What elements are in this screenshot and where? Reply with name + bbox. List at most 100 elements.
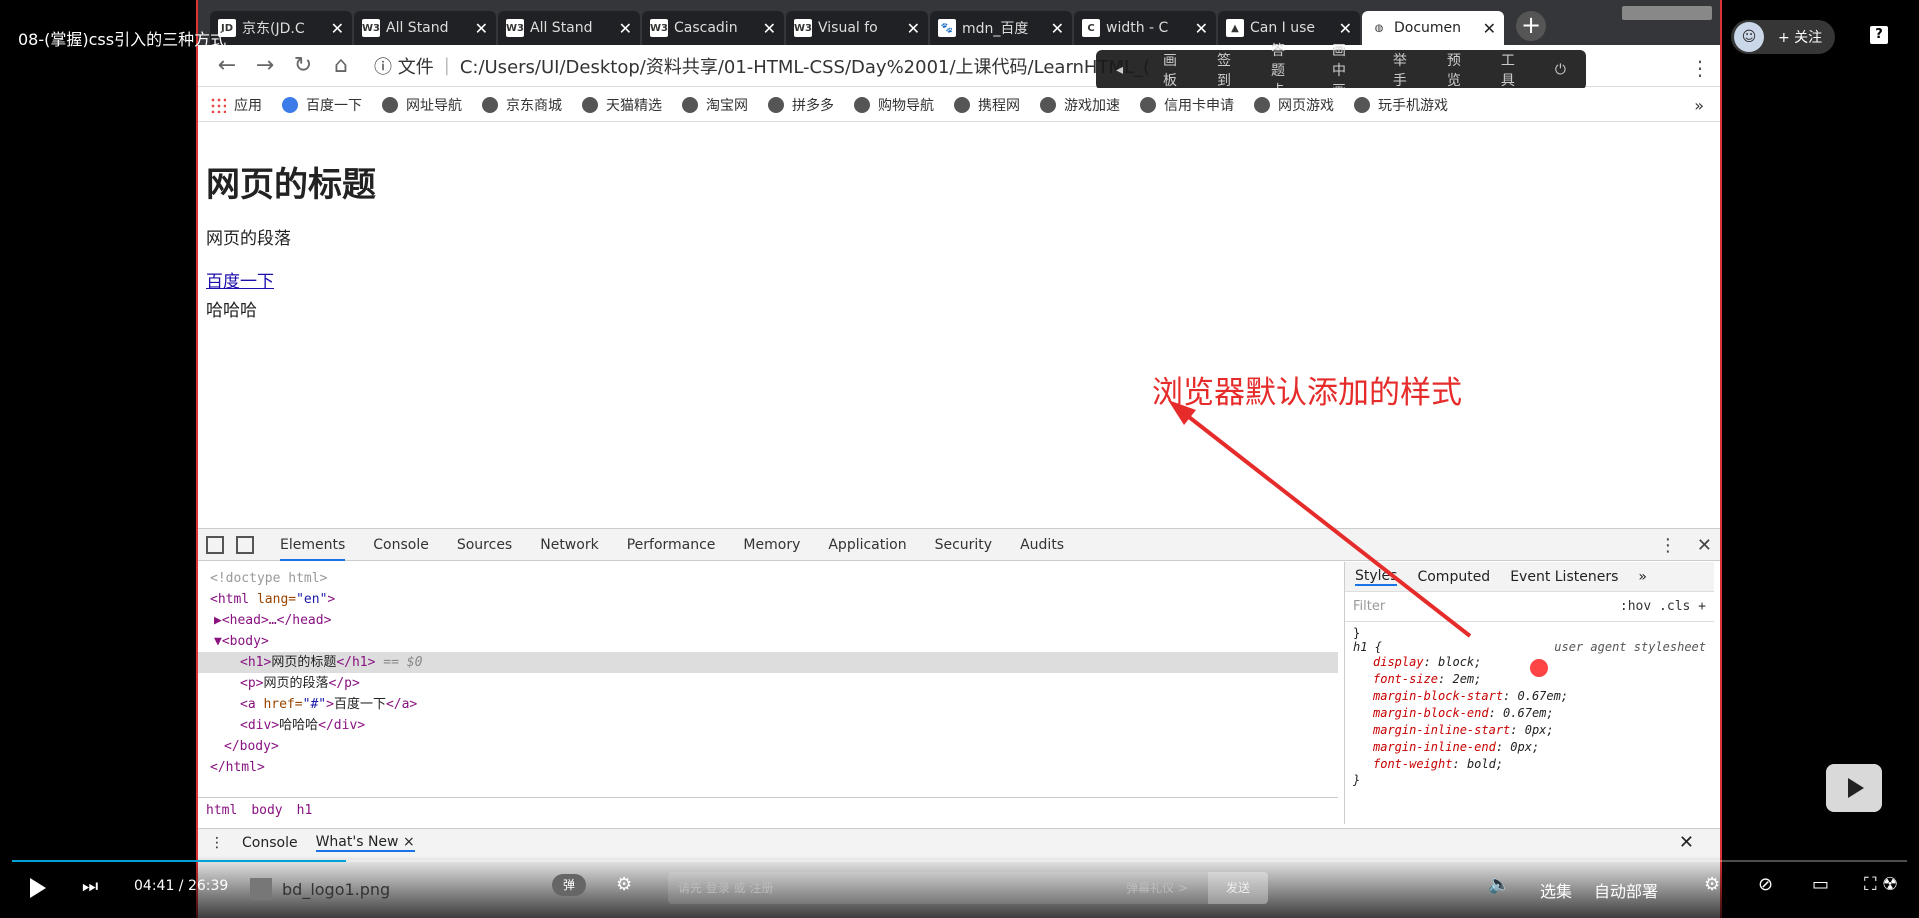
devtools-tab[interactable]: Performance xyxy=(627,529,716,561)
play-icon[interactable] xyxy=(30,878,46,898)
tab[interactable]: JD 京东(JD.C ✕ xyxy=(210,11,352,45)
close-icon[interactable]: ✕ xyxy=(1339,19,1352,38)
progress-bar[interactable] xyxy=(12,860,1907,862)
window-controls[interactable] xyxy=(1622,6,1712,20)
tab[interactable]: W3 Cascadin ✕ xyxy=(642,11,784,45)
reload-icon[interactable]: ↻ xyxy=(288,53,318,78)
close-icon[interactable]: ✕ xyxy=(907,19,920,38)
close-icon[interactable]: ✕ xyxy=(619,19,632,38)
devtools-tab[interactable]: Sources xyxy=(457,529,512,561)
close-icon[interactable]: ✕ xyxy=(331,19,344,38)
bookmark-item[interactable]: 淘宝网 xyxy=(682,95,748,115)
collapse-icon[interactable]: ◂ xyxy=(1116,62,1123,78)
tab[interactable]: W3 All Stand ✕ xyxy=(498,11,640,45)
dom-node[interactable]: ▶<head>…</head> xyxy=(198,610,1338,631)
home-icon[interactable]: ⌂ xyxy=(326,53,356,78)
tab[interactable]: Cwidth - C ✕ xyxy=(1074,11,1216,45)
devtools-tab[interactable]: Audits xyxy=(1020,529,1064,561)
info-icon[interactable]: ⓘ xyxy=(374,53,392,79)
styles-tab[interactable]: Styles xyxy=(1355,568,1398,586)
styles-tab[interactable]: Computed xyxy=(1417,569,1490,585)
filter-input[interactable]: Filter xyxy=(1353,599,1385,614)
breadcrumb-item[interactable]: body xyxy=(251,803,282,818)
styles-tab[interactable]: » xyxy=(1638,569,1647,585)
quality-auto-button[interactable]: 自动部署 xyxy=(1594,878,1658,902)
close-icon[interactable]: ✕ xyxy=(1697,535,1712,556)
tab[interactable]: 🐾 mdn_百度 ✕ xyxy=(930,11,1072,45)
devtools-tab[interactable]: Application xyxy=(828,529,906,561)
dom-node[interactable]: </html> xyxy=(198,757,1338,778)
forward-icon[interactable]: → xyxy=(250,53,280,78)
close-icon[interactable]: ✕ xyxy=(1679,832,1694,853)
dom-node[interactable]: </body> xyxy=(198,736,1338,757)
devtools-tab[interactable]: Console xyxy=(373,529,429,561)
danmu-off-icon[interactable]: ⊘ xyxy=(1758,874,1773,895)
close-icon[interactable]: ✕ xyxy=(1483,19,1496,38)
widescreen-icon[interactable]: ▭ xyxy=(1812,874,1829,895)
device-toggle-icon[interactable] xyxy=(236,535,254,554)
dom-node[interactable]: <p>网页的段落</p> xyxy=(198,673,1338,694)
bookmark-item[interactable]: 拼多多 xyxy=(768,95,834,115)
back-icon[interactable]: ← xyxy=(212,53,242,78)
tab[interactable]: W3 All Stand ✕ xyxy=(354,11,496,45)
bookmarks-more-icon[interactable]: » xyxy=(1694,96,1704,115)
new-tab-button[interactable]: + xyxy=(1516,11,1546,41)
toolbar-item[interactable]: 签到 xyxy=(1217,50,1231,90)
dom-node[interactable]: <!doctype html> xyxy=(198,568,1338,589)
bookmark-item[interactable]: 百度一下 xyxy=(282,95,362,115)
settings-icon[interactable]: ⚙ xyxy=(1704,874,1720,895)
download-item[interactable]: bd_logo1.png⌃ xyxy=(250,878,564,900)
devtools-menu-icon[interactable]: ⋮ xyxy=(1659,535,1677,556)
browser-menu-icon[interactable]: ⋮ xyxy=(1690,56,1710,80)
tv-icon[interactable] xyxy=(1826,764,1882,812)
danmu-toggle-icon[interactable]: 弹 xyxy=(552,874,586,896)
inspect-icon[interactable] xyxy=(206,535,224,554)
css-property[interactable]: font-weight: bold; xyxy=(1353,756,1706,773)
toolbar-item[interactable]: 举手 xyxy=(1393,50,1407,90)
drawer-tab[interactable]: Console xyxy=(242,835,298,851)
bookmark-item[interactable]: 网页游戏 xyxy=(1254,95,1334,115)
devtools-tab[interactable]: Network xyxy=(540,529,598,561)
bookmark-item[interactable]: 应用 xyxy=(210,95,262,115)
volume-icon[interactable]: 🔈 xyxy=(1488,874,1510,895)
css-property[interactable]: margin-inline-end: 0px; xyxy=(1353,739,1706,756)
styles-tab[interactable]: Event Listeners xyxy=(1510,569,1618,585)
bookmark-item[interactable]: 天猫精选 xyxy=(582,95,662,115)
dom-node[interactable]: <a href="#">百度一下</a> xyxy=(198,694,1338,715)
power-icon[interactable]: ⏻ xyxy=(1555,62,1566,78)
dom-node[interactable]: ▼<body> xyxy=(198,631,1338,652)
uploader-avatar[interactable]: ☺ xyxy=(1734,22,1764,52)
breadcrumb-item[interactable]: html xyxy=(206,803,237,818)
fullscreen-icon[interactable]: ⛶ xyxy=(1864,874,1877,895)
close-icon[interactable]: ✕ xyxy=(1195,19,1208,38)
bookmark-item[interactable]: 信用卡申请 xyxy=(1140,95,1234,115)
close-icon[interactable]: ✕ xyxy=(475,19,488,38)
bookmark-item[interactable]: 网址导航 xyxy=(382,95,462,115)
page-link[interactable]: 百度一下 xyxy=(206,267,1720,292)
follow-button[interactable]: ☺ + 关注 xyxy=(1731,20,1835,54)
tab-active[interactable]: ◍ Documen ✕ xyxy=(1362,11,1504,45)
next-icon[interactable]: ⏭ xyxy=(82,876,98,897)
close-icon[interactable]: ✕ xyxy=(763,19,776,38)
danmu-settings-icon[interactable]: ⚙ xyxy=(616,874,632,895)
dom-node[interactable]: <html lang="en"> xyxy=(198,589,1338,610)
toolbar-item[interactable]: 画板 xyxy=(1163,50,1177,90)
devtools-tab[interactable]: Elements xyxy=(280,529,346,561)
share-icon[interactable]: ☢ xyxy=(1882,874,1898,895)
css-property[interactable]: margin-inline-start: 0px; xyxy=(1353,722,1706,739)
css-property[interactable]: margin-block-start: 0.67em; xyxy=(1353,688,1706,705)
breadcrumb-item[interactable]: h1 xyxy=(297,803,313,818)
css-property[interactable]: margin-block-end: 0.67em; xyxy=(1353,705,1706,722)
help-icon[interactable]: ? xyxy=(1870,26,1888,44)
bookmark-item[interactable]: 游戏加速 xyxy=(1040,95,1120,115)
episode-select-button[interactable]: 选集 xyxy=(1540,878,1572,902)
url-field[interactable]: ⓘ 文件 | C:/Users/UI/Desktop/资料共享/01-HTML-… xyxy=(374,53,1150,79)
devtools-tab[interactable]: Memory xyxy=(743,529,800,561)
danmu-input[interactable]: 请先 登录 或 注册 弹幕礼仪 > 发送 xyxy=(668,872,1268,904)
drawer-menu-icon[interactable]: ⋮ xyxy=(210,835,224,851)
bookmark-item[interactable]: 购物导航 xyxy=(854,95,934,115)
bookmark-item[interactable]: 携程网 xyxy=(954,95,1020,115)
toolbar-item[interactable]: 工具 xyxy=(1501,50,1515,90)
danmu-etiquette[interactable]: 弹幕礼仪 > xyxy=(1126,872,1188,904)
devtools-tab[interactable]: Security xyxy=(935,529,993,561)
